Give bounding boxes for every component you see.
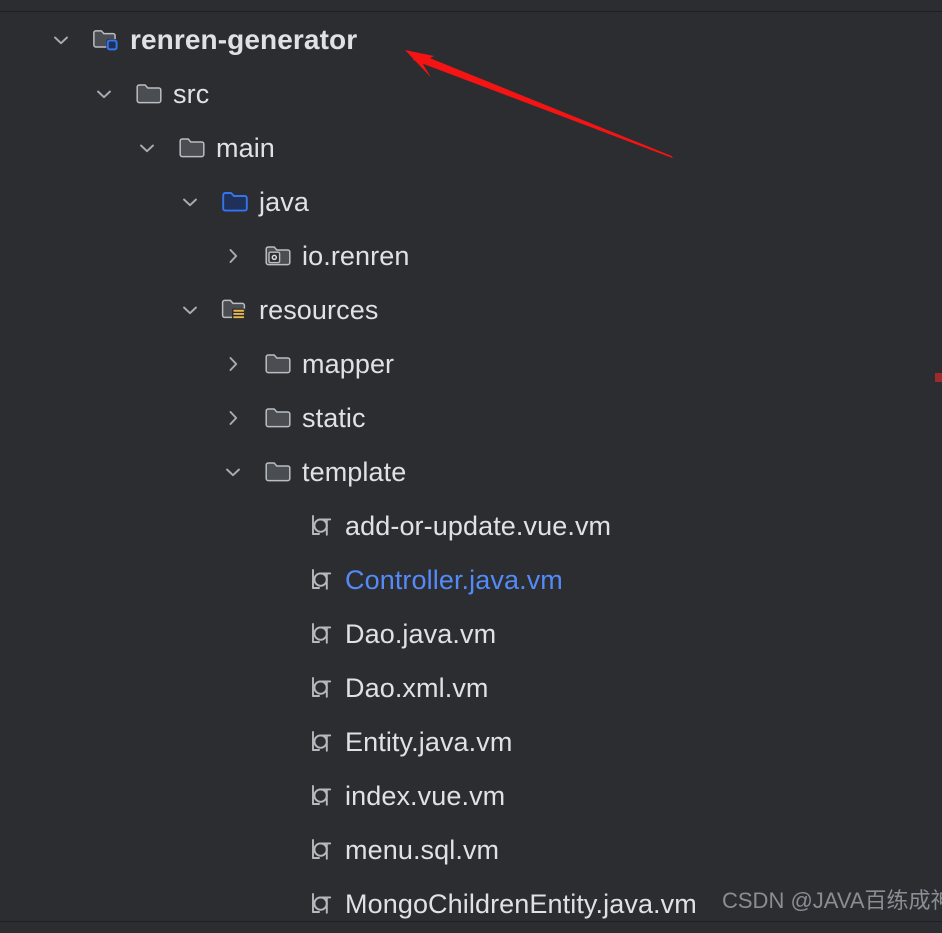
tree-node-label: src (173, 79, 210, 109)
tree-node-label: Dao.java.vm (345, 619, 497, 649)
tree-node-label: main (216, 133, 275, 163)
toolwindow-bottom-divider (0, 921, 942, 933)
resource-root-folder-icon (221, 295, 251, 325)
tree-row[interactable]: Entity.java.vm (0, 715, 942, 769)
error-stripe-marker[interactable] (935, 373, 942, 382)
watermark-text: CSDN @JAVA百练成神 (722, 888, 942, 913)
folder-icon (178, 133, 208, 163)
tree-row[interactable]: java (0, 175, 942, 229)
tree-row[interactable]: static (0, 391, 942, 445)
velocity-template-file-icon (307, 511, 337, 541)
tree-row[interactable]: resources (0, 283, 942, 337)
module-folder-icon (92, 25, 122, 55)
tree-node-label: MongoChildrenEntity.java.vm (345, 889, 697, 919)
package-icon (264, 241, 294, 271)
chevron-down-icon[interactable] (177, 297, 203, 323)
folder-icon (135, 79, 165, 109)
velocity-template-file-icon (307, 565, 337, 595)
tree-node-label: index.vue.vm (345, 781, 506, 811)
tree-row[interactable]: io.renren (0, 229, 942, 283)
folder-icon (264, 403, 294, 433)
chevron-down-icon[interactable] (220, 459, 246, 485)
project-tool-window: renren-generator src main java io.renren reso… (0, 0, 942, 933)
velocity-template-file-icon (307, 889, 337, 919)
toolwindow-top-divider (0, 0, 942, 12)
tree-node-label: io.renren (302, 241, 410, 271)
tree-node-label: renren-generator (130, 24, 358, 55)
tree-node-label: template (302, 457, 407, 487)
tree-row[interactable]: Dao.xml.vm (0, 661, 942, 715)
tree-row[interactable]: Dao.java.vm (0, 607, 942, 661)
tree-row[interactable]: mapper (0, 337, 942, 391)
tree-node-label: java (259, 187, 309, 217)
project-tree[interactable]: renren-generator src main java io.renren reso… (0, 13, 942, 921)
velocity-template-file-icon (307, 835, 337, 865)
velocity-template-file-icon (307, 727, 337, 757)
tree-row[interactable]: template (0, 445, 942, 499)
tree-row[interactable]: add-or-update.vue.vm (0, 499, 942, 553)
tree-row[interactable]: renren-generator (0, 13, 942, 67)
tree-node-label: resources (259, 295, 379, 325)
folder-icon (264, 457, 294, 487)
folder-icon (264, 349, 294, 379)
chevron-down-icon[interactable] (91, 81, 117, 107)
velocity-template-file-icon (307, 673, 337, 703)
chevron-right-icon[interactable] (220, 405, 246, 431)
tree-node-label: mapper (302, 349, 395, 379)
tree-node-label: Entity.java.vm (345, 727, 513, 757)
tree-row[interactable]: index.vue.vm (0, 769, 942, 823)
tree-node-label: static (302, 403, 366, 433)
tree-row[interactable]: Controller.java.vm (0, 553, 942, 607)
tree-node-label: Dao.xml.vm (345, 673, 489, 703)
tree-node-label: add-or-update.vue.vm (345, 511, 612, 541)
velocity-template-file-icon (307, 619, 337, 649)
chevron-right-icon[interactable] (220, 243, 246, 269)
tree-row[interactable]: src (0, 67, 942, 121)
tree-row[interactable]: menu.sql.vm (0, 823, 942, 877)
chevron-down-icon[interactable] (48, 27, 74, 53)
chevron-down-icon[interactable] (177, 189, 203, 215)
velocity-template-file-icon (307, 781, 337, 811)
tree-row[interactable]: main (0, 121, 942, 175)
chevron-right-icon[interactable] (220, 351, 246, 377)
tree-node-label: menu.sql.vm (345, 835, 500, 865)
chevron-down-icon[interactable] (134, 135, 160, 161)
tree-node-label: Controller.java.vm (345, 565, 563, 595)
source-root-folder-icon (221, 187, 251, 217)
